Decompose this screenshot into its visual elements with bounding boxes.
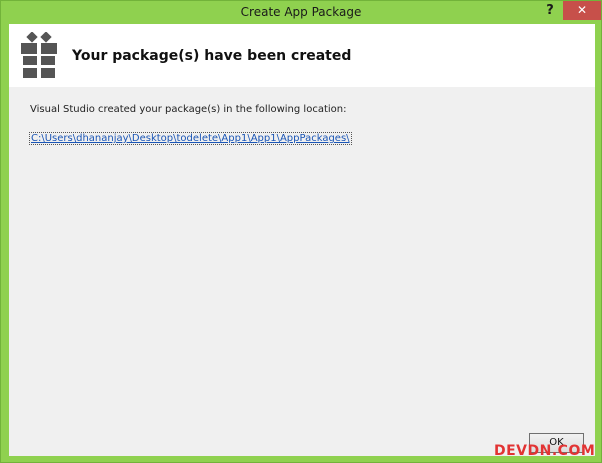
title-bar[interactable]: Create App Package ? ✕ xyxy=(1,1,601,24)
close-icon: ✕ xyxy=(576,3,588,17)
page-title: Your package(s) have been created xyxy=(72,48,352,64)
package-location-link[interactable]: C:\Users\dhananjay\Desktop\todelete\App1… xyxy=(29,132,352,145)
window-title: Create App Package xyxy=(240,5,362,19)
close-button[interactable]: ✕ xyxy=(563,1,601,20)
location-message: Visual Studio created your package(s) in… xyxy=(30,104,347,115)
content-panel: Visual Studio created your package(s) in… xyxy=(9,87,595,456)
create-app-package-window: Create App Package ? ✕ Your package(s) h… xyxy=(0,0,602,463)
watermark-logo: DEVDN.COM xyxy=(494,443,596,459)
gift-icon xyxy=(21,32,57,78)
help-button[interactable]: ? xyxy=(538,1,562,21)
header-panel: Your package(s) have been created xyxy=(9,24,595,87)
